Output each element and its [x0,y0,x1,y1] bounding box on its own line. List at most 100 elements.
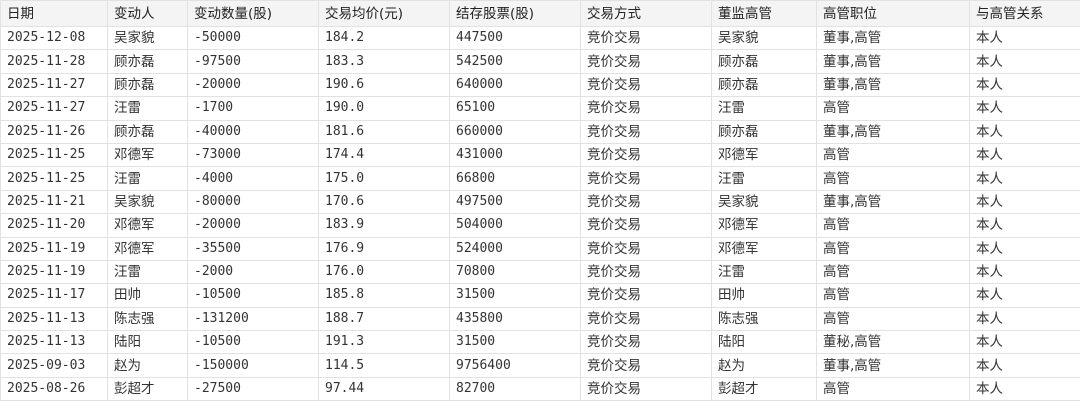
date-cell: 2025-12-08 [0,25,108,51]
table-row[interactable]: 2025-11-17 田帅 -10500 185.8 31500 竞价交易 田帅 高管 本人 [0,283,1080,308]
executive-cell: 陆阳 [711,330,817,355]
relationship-cell: 本人 [969,306,1080,332]
avg-price-cell: 97.44 [318,376,450,402]
remaining-shares-cell: 524000 [449,236,581,261]
relationship-cell: 本人 [969,72,1080,98]
person-cell: 吴家貌 [107,25,188,51]
change-quantity-cell: -40000 [187,119,319,144]
trade-method-cell: 竞价交易 [580,259,712,285]
date-cell: 2025-11-25 [0,166,108,191]
trade-method-cell: 竞价交易 [580,72,712,98]
person-cell: 顾亦磊 [107,119,188,144]
position-cell: 董秘,高管 [816,330,970,355]
col-header-change-quantity[interactable]: 变动数量(股) [187,0,319,27]
relationship-cell: 本人 [969,283,1080,308]
date-cell: 2025-11-27 [0,72,108,98]
col-header-remaining-shares[interactable]: 结存股票(股) [449,0,581,27]
relationship-cell: 本人 [969,142,1080,168]
table-row[interactable]: 2025-11-26 顾亦磊 -40000 181.6 660000 竞价交易 顾亦磊 董事,… [0,119,1080,144]
remaining-shares-cell: 9756400 [449,353,581,378]
remaining-shares-cell: 70800 [449,259,581,285]
col-header-trade-method[interactable]: 交易方式 [580,0,712,27]
table-row[interactable]: 2025-11-13 陆阳 -10500 191.3 31500 竞价交易 陆阳 董秘,高管本… [0,330,1080,355]
position-cell: 高管 [816,259,970,285]
remaining-shares-cell: 660000 [449,119,581,144]
change-quantity-cell: -4000 [187,166,319,191]
trade-method-cell: 竞价交易 [580,236,712,261]
table-body: 2025-12-08 吴家貌 -50000 184.2 447500 竞价交易 吴家貌 董事,… [0,25,1080,402]
person-cell: 彭超才 [107,376,188,402]
trade-method-cell: 竞价交易 [580,330,712,355]
change-quantity-cell: -10500 [187,283,319,308]
executive-cell: 汪雷 [711,259,817,285]
date-cell: 2025-11-19 [0,259,108,285]
executive-cell: 邓德军 [711,213,817,238]
date-cell: 2025-11-27 [0,96,108,121]
remaining-shares-cell: 82700 [449,376,581,402]
position-cell: 高管 [816,166,970,191]
change-quantity-cell: -80000 [187,189,319,215]
col-header-relationship[interactable]: 与高管关系 [969,0,1080,27]
table-row[interactable]: 2025-11-27 汪雷 -1700 190.0 65100 竞价交易 汪雷 高管 本人 [0,96,1080,121]
table-row[interactable]: 2025-11-27 顾亦磊 -20000 190.6 640000 竞价交易 顾亦磊 董事,… [0,72,1080,98]
table-row[interactable]: 2025-08-26 彭超才 -27500 97.44 82700 竞价交易 彭超才 高管 本人 [0,376,1080,402]
table-row[interactable]: 2025-11-20 邓德军 -20000 183.9 504000 竞价交易 邓德军 高管本… [0,213,1080,238]
relationship-cell: 本人 [969,259,1080,285]
change-quantity-cell: -20000 [187,72,319,98]
col-header-avg-price[interactable]: 交易均价(元) [318,0,450,27]
change-quantity-cell: -50000 [187,25,319,51]
position-cell: 董事,高管 [816,189,970,215]
col-header-executive[interactable]: 董监高管 [711,0,817,27]
person-cell: 顾亦磊 [107,72,188,98]
relationship-cell: 本人 [969,376,1080,402]
table-row[interactable]: 2025-11-28 顾亦磊 -97500 183.3 542500 竞价交易 顾亦磊 董事,… [0,49,1080,74]
avg-price-cell: 190.6 [318,72,450,98]
date-cell: 2025-11-28 [0,49,108,74]
trade-method-cell: 竞价交易 [580,306,712,332]
person-cell: 顾亦磊 [107,49,188,74]
col-header-date[interactable]: 日期 [0,0,108,27]
trade-method-cell: 竞价交易 [580,142,712,168]
date-cell: 2025-11-13 [0,306,108,332]
table-row[interactable]: 2025-09-03 赵为 -150000 114.5 9756400 竞价交易 赵为 董事,… [0,353,1080,378]
relationship-cell: 本人 [969,353,1080,378]
remaining-shares-cell: 504000 [449,213,581,238]
table-row[interactable]: 2025-11-25 邓德军 -73000 174.4 431000 竞价交易 邓德军 高管本… [0,142,1080,168]
avg-price-cell: 174.4 [318,142,450,168]
avg-price-cell: 175.0 [318,166,450,191]
person-cell: 汪雷 [107,259,188,285]
position-cell: 董事,高管 [816,119,970,144]
executive-cell: 邓德军 [711,142,817,168]
relationship-cell: 本人 [969,166,1080,191]
table-row[interactable]: 2025-11-19 汪雷 -2000 176.0 70800 竞价交易 汪雷 高管 本人 [0,259,1080,285]
remaining-shares-cell: 542500 [449,49,581,74]
position-cell: 高管 [816,96,970,121]
col-header-person[interactable]: 变动人 [107,0,188,27]
executive-cell: 顾亦磊 [711,72,817,98]
person-cell: 邓德军 [107,142,188,168]
executive-cell: 汪雷 [711,96,817,121]
date-cell: 2025-11-21 [0,189,108,215]
table-row[interactable]: 2025-11-13 陈志强 -131200 188.7 435800 竞价交易 陈志强 高管… [0,306,1080,332]
remaining-shares-cell: 435800 [449,306,581,332]
change-quantity-cell: -97500 [187,49,319,74]
executive-cell: 赵为 [711,353,817,378]
table-row[interactable]: 2025-11-19 邓德军 -35500 176.9 524000 竞价交易 邓德军 高管本… [0,236,1080,261]
avg-price-cell: 170.6 [318,189,450,215]
date-cell: 2025-11-26 [0,119,108,144]
person-cell: 吴家貌 [107,189,188,215]
remaining-shares-cell: 640000 [449,72,581,98]
date-cell: 2025-09-03 [0,353,108,378]
position-cell: 高管 [816,283,970,308]
remaining-shares-cell: 31500 [449,330,581,355]
table-row[interactable]: 2025-11-21 吴家貌 -80000 170.6 497500 竞价交易 吴家貌 董事,… [0,189,1080,215]
table-row[interactable]: 2025-11-25 汪雷 -4000 175.0 66800 竞价交易 汪雷 高管 本人 [0,166,1080,191]
table-row[interactable]: 2025-12-08 吴家貌 -50000 184.2 447500 竞价交易 吴家貌 董事,… [0,25,1080,51]
col-header-position[interactable]: 高管职位 [816,0,970,27]
trade-method-cell: 竞价交易 [580,166,712,191]
change-quantity-cell: -2000 [187,259,319,285]
avg-price-cell: 190.0 [318,96,450,121]
avg-price-cell: 176.0 [318,259,450,285]
relationship-cell: 本人 [969,330,1080,355]
executive-cell: 陈志强 [711,306,817,332]
